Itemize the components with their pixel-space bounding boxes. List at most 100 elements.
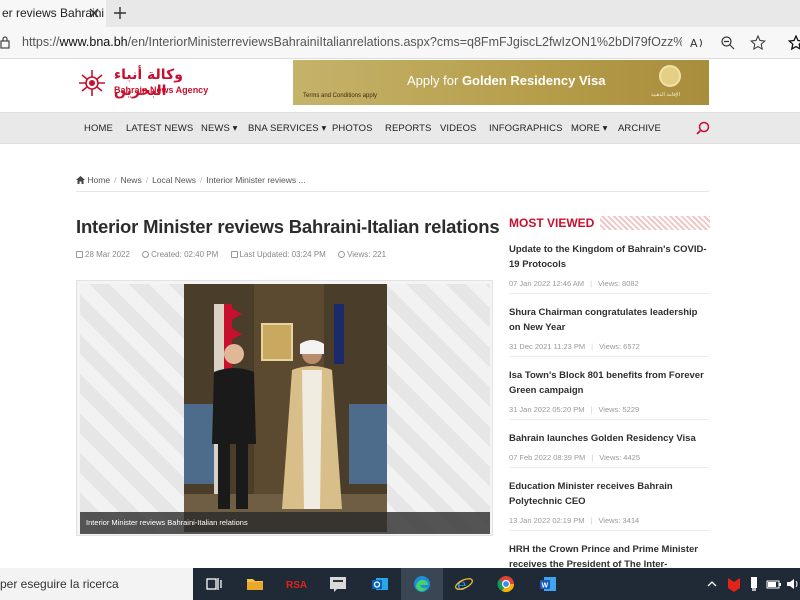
breadcrumb-news[interactable]: News [120,175,141,185]
photo-caption: Interior Minister reviews Bahraini-Itali… [80,512,490,534]
most-viewed-item-title[interactable]: Bahrain launches Golden Residency Visa [509,431,709,446]
list-item[interactable]: Education Minister receives Bahrain Poly… [509,479,709,531]
security-app-icon[interactable] [726,574,742,594]
most-viewed-item-meta: 31 Jan 2022 05:20 PM | Views: 5229 [509,405,709,420]
windows-taskbar: per eseguire la ricerca RSA e W [0,568,800,600]
banner-text-bold: Golden Residency Visa [461,73,606,88]
nav-item-videos[interactable]: VIDEOS [440,123,477,134]
browser-tab[interactable]: er reviews Bahraini [0,0,106,27]
close-icon[interactable] [88,7,100,19]
nav-item-bna-services[interactable]: BNA SERVICES ▾ [248,123,326,134]
item-views: Views: 5229 [598,405,640,414]
list-item[interactable]: Update to the Kingdom of Bahrain's COVID… [509,242,709,294]
logo-english-text: Bahrain News Agency [114,85,209,95]
url-input[interactable]: https://www.bna.bh/en/InteriorMinisterre… [22,35,682,49]
article-updated: Last Updated: 03:24 PM [239,250,326,259]
usb-device-icon[interactable] [748,574,760,594]
chevron-up-icon[interactable] [706,574,718,594]
volume-icon[interactable] [786,574,800,594]
nav-item-photos[interactable]: PHOTOS [332,123,373,134]
plus-icon[interactable] [112,5,128,21]
internet-explorer-icon[interactable]: e [454,574,474,594]
most-viewed-item-title[interactable]: Isa Town's Block 801 benefits from Forev… [509,368,709,398]
item-date: 07 Jan 2022 12:46 AM [509,279,585,288]
nav-item-archive[interactable]: ARCHIVE [618,123,661,134]
calendar-icon [76,251,83,259]
rsa-app-icon[interactable]: RSA [286,574,310,594]
task-view-icon[interactable] [204,574,224,594]
main-nav: HOME LATEST NEWS NEWS ▾ BNA SERVICES ▾ P… [0,112,800,144]
clock-icon [142,251,150,259]
nav-item-more[interactable]: MORE ▾ [571,123,608,134]
item-date: 07 Feb 2022 08:39 PM [509,453,586,462]
breadcrumb-separator: / [200,174,203,185]
list-item[interactable]: Bahrain launches Golden Residency Visa 0… [509,431,709,468]
collections-icon[interactable] [788,35,800,51]
battery-icon[interactable] [766,574,782,594]
eye-icon [338,251,346,259]
home-icon [76,175,85,184]
breadcrumb-separator: / [114,174,117,185]
article-photo[interactable]: Interior Minister reviews Bahraini-Itali… [76,280,493,536]
svg-text:e: e [457,575,466,594]
most-viewed-item-meta: 31 Dec 2021 11:23 PM | Views: 6572 [509,342,709,357]
word-icon[interactable]: W [538,574,558,594]
site-header: وكالة أنباء البحرين Bahrain News Agency … [0,59,800,111]
nav-item-infographics[interactable]: INFOGRAPHICS [489,123,563,134]
chrome-icon[interactable] [496,574,516,594]
golden-residency-banner[interactable]: Apply for Golden Residency Visa Terms an… [293,60,709,105]
nav-item-reports[interactable]: REPORTS [385,123,431,134]
nav-item-news[interactable]: NEWS ▾ [201,123,238,134]
breadcrumb-home[interactable]: Home [87,175,110,185]
chat-app-icon[interactable] [328,574,348,594]
item-date: 31 Jan 2022 05:20 PM [509,405,585,414]
most-viewed-item-title[interactable]: Education Minister receives Bahrain Poly… [509,479,709,509]
bna-logo[interactable]: وكالة أنباء البحرين Bahrain News Agency [76,65,209,101]
list-item[interactable]: Shura Chairman congratulates leadership … [509,305,709,357]
item-date: 13 Jan 2022 02:19 PM [509,516,585,525]
item-views: Views: 8082 [598,279,639,288]
favorite-add-icon[interactable] [750,35,766,51]
list-item[interactable]: Isa Town's Block 801 benefits from Forev… [509,368,709,420]
article-created: Created: 02:40 PM [151,250,219,259]
url-prefix: https:// [22,35,60,49]
address-bar: https://www.bna.bh/en/InteriorMinisterre… [0,27,800,59]
search-icon[interactable] [696,121,710,135]
breadcrumb: Home / News / Local News / Interior Minister r… [76,174,709,192]
breadcrumb-local-news[interactable]: Local News [152,175,196,185]
edge-browser-icon[interactable] [412,574,432,594]
nav-item-home[interactable]: HOME [84,123,113,134]
item-views: Views: 6572 [599,342,640,351]
article-title: Interior Minister reviews Bahraini-Itali… [76,216,500,237]
zoom-out-icon[interactable] [720,35,736,51]
article-date: 28 Mar 2022 [85,250,130,259]
svg-text:W: W [542,583,549,590]
banner-terms: Terms and Conditions apply [303,93,378,99]
most-viewed-title: MOST VIEWED [509,216,601,230]
item-views: Views: 4425 [599,453,640,462]
outlook-icon[interactable] [370,574,390,594]
banner-headline: Apply for Golden Residency Visa [407,73,605,88]
nav-item-latest-news[interactable]: LATEST NEWS [126,123,193,134]
bna-emblem-icon [79,70,105,96]
most-viewed-hatch [581,216,710,230]
item-views: Views: 3414 [598,516,640,525]
most-viewed-item-meta: 07 Feb 2022 08:39 PM | Views: 4425 [509,453,709,468]
svg-text:A: A [690,37,698,50]
most-viewed-item-title[interactable]: Shura Chairman congratulates leadership … [509,305,709,335]
breadcrumb-separator: / [145,174,149,185]
breadcrumb-current: Interior Minister reviews ... [206,174,306,185]
most-viewed-item-title[interactable]: Update to the Kingdom of Bahrain's COVID… [509,242,709,272]
article-meta: 28 Mar 2022 Created: 02:40 PM Last Updat… [76,250,396,259]
golden-emblem-icon [659,65,681,87]
taskbar-search-input[interactable]: per eseguire la ricerca [0,568,193,600]
banner-emblem-label: الإقامة الذهبية [651,92,680,98]
most-viewed-header: MOST VIEWED [509,216,710,230]
lock-icon[interactable] [0,36,10,49]
url-domain: www.bna.bh [59,35,128,49]
file-explorer-icon[interactable] [245,574,265,594]
item-date: 31 Dec 2021 11:23 PM [509,342,586,351]
rsa-label: RSA [286,580,307,591]
read-aloud-icon[interactable]: A [690,35,706,51]
most-viewed-item-meta: 07 Jan 2022 12:46 AM | Views: 8082 [509,279,709,294]
